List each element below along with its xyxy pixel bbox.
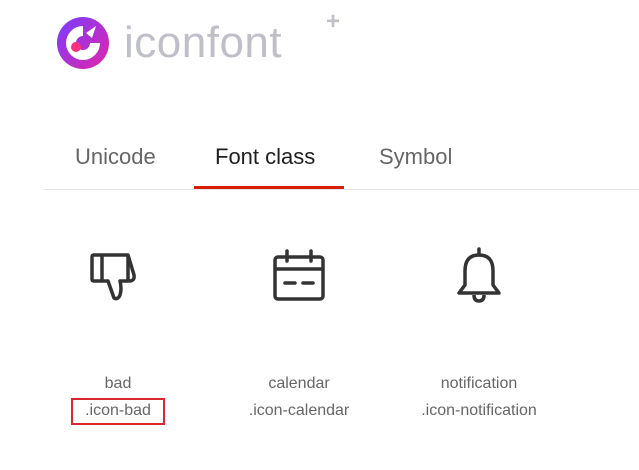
icon-card-calendar[interactable]: calendar .icon-calendar <box>219 245 379 419</box>
active-tab-indicator <box>194 186 344 189</box>
icon-class-name: .icon-notification <box>421 402 537 419</box>
icon-card-bad[interactable]: bad .icon-bad <box>38 245 198 425</box>
brand-name: iconfont <box>124 18 283 67</box>
bell-icon <box>457 247 501 303</box>
calendar-icon <box>273 249 325 301</box>
icon-card-notification[interactable]: notification .icon-notification <box>399 245 559 419</box>
highlighted-class-name: .icon-bad <box>71 398 165 425</box>
iconfont-logo-icon <box>57 17 109 69</box>
thumbs-down-icon <box>90 253 136 301</box>
icon-name: calendar <box>268 375 330 392</box>
tab-font-class[interactable]: Font class <box>215 144 315 170</box>
iconfont-logo[interactable]: iconfont <box>56 14 282 72</box>
tab-symbol[interactable]: Symbol <box>379 144 452 170</box>
tab-bar: Unicode Font class Symbol <box>44 130 639 190</box>
icon-name: bad <box>104 375 132 392</box>
icon-class-name: .icon-calendar <box>248 402 350 419</box>
icon-name: notification <box>440 375 518 392</box>
icon-class-name: .icon-bad <box>38 398 198 425</box>
tab-unicode[interactable]: Unicode <box>75 144 156 170</box>
brand-plus: + <box>326 8 341 35</box>
